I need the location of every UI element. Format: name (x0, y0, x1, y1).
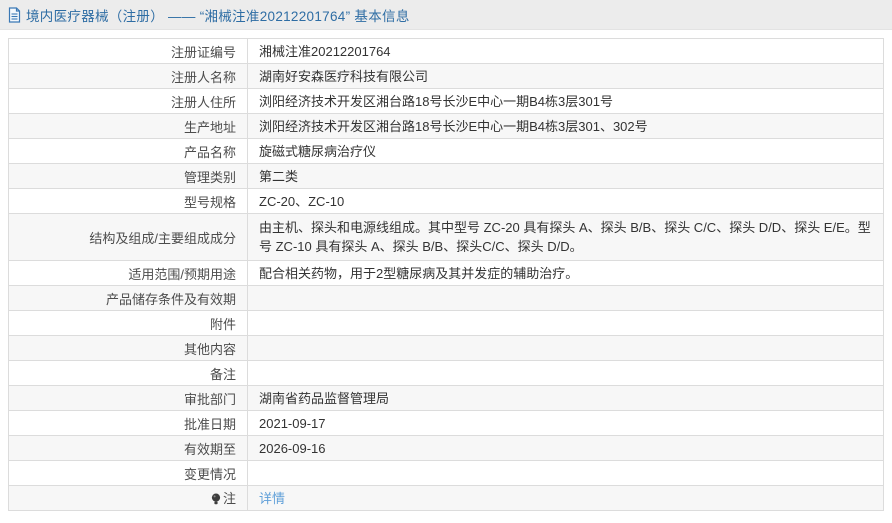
row-value: 详情 (247, 485, 884, 511)
row-value: 湖南省药品监督管理局 (247, 385, 884, 411)
row-label: 注 (8, 485, 248, 511)
row-label: 结构及组成/主要组成成分 (8, 213, 248, 261)
table-row: 审批部门 湖南省药品监督管理局 (8, 385, 884, 411)
row-value: 湘械注准20212201764 (247, 38, 884, 64)
table-row: 产品储存条件及有效期 (8, 285, 884, 311)
row-label: 注册证编号 (8, 38, 248, 64)
row-label: 生产地址 (8, 113, 248, 139)
table-row: 批准日期 2021-09-17 (8, 410, 884, 436)
page-title: 境内医疗器械（注册） —— “湘械注准20212201764” 基本信息 (26, 8, 410, 24)
row-label: 产品名称 (8, 138, 248, 164)
row-label: 管理类别 (8, 163, 248, 189)
table-row: 结构及组成/主要组成成分 由主机、探头和电源线组成。其中型号 ZC-20 具有探… (8, 213, 884, 261)
note-bulb-icon (211, 493, 221, 508)
page-header: 境内医疗器械（注册） —— “湘械注准20212201764” 基本信息 (0, 0, 892, 30)
row-value: 第二类 (247, 163, 884, 189)
row-value: 湖南好安森医疗科技有限公司 (247, 63, 884, 89)
row-value (247, 360, 884, 386)
row-value (247, 285, 884, 311)
row-label: 备注 (8, 360, 248, 386)
table-row: 有效期至 2026-09-16 (8, 435, 884, 461)
table-row: 产品名称 旋磁式糖尿病治疗仪 (8, 138, 884, 164)
table-row: 附件 (8, 310, 884, 336)
row-label: 适用范围/预期用途 (8, 260, 248, 286)
row-label: 有效期至 (8, 435, 248, 461)
row-label: 其他内容 (8, 335, 248, 361)
row-label: 产品储存条件及有效期 (8, 285, 248, 311)
row-label: 审批部门 (8, 385, 248, 411)
row-label: 注册人住所 (8, 88, 248, 114)
row-value: 旋磁式糖尿病治疗仪 (247, 138, 884, 164)
row-value (247, 310, 884, 336)
row-value: 浏阳经济技术开发区湘台路18号长沙E中心一期B4栋3层301号 (247, 88, 884, 114)
table-row: 适用范围/预期用途 配合相关药物，用于2型糖尿病及其并发症的辅助治疗。 (8, 260, 884, 286)
table-row: 型号规格 ZC-20、ZC-10 (8, 188, 884, 214)
document-icon (8, 6, 21, 23)
table-row: 其他内容 (8, 335, 884, 361)
table-row: 管理类别 第二类 (8, 163, 884, 189)
row-label: 附件 (8, 310, 248, 336)
row-label: 注册人名称 (8, 63, 248, 89)
detail-link[interactable]: 详情 (259, 491, 285, 506)
row-label: 型号规格 (8, 188, 248, 214)
table-row: 生产地址 浏阳经济技术开发区湘台路18号长沙E中心一期B4栋3层301、302号 (8, 113, 884, 139)
row-value: 浏阳经济技术开发区湘台路18号长沙E中心一期B4栋3层301、302号 (247, 113, 884, 139)
table-row: 注册人名称 湖南好安森医疗科技有限公司 (8, 63, 884, 89)
row-value (247, 460, 884, 486)
note-label-text: 注 (222, 491, 236, 506)
row-label: 变更情况 (8, 460, 248, 486)
row-value: 2026-09-16 (247, 435, 884, 461)
row-value: 配合相关药物，用于2型糖尿病及其并发症的辅助治疗。 (247, 260, 884, 286)
table-row-note: 注 详情 (8, 485, 884, 511)
row-value (247, 335, 884, 361)
row-value: 2021-09-17 (247, 410, 884, 436)
row-value: 由主机、探头和电源线组成。其中型号 ZC-20 具有探头 A、探头 B/B、探头… (247, 213, 884, 261)
row-value: ZC-20、ZC-10 (247, 188, 884, 214)
table-row: 注册证编号 湘械注准20212201764 (8, 38, 884, 64)
row-label: 批准日期 (8, 410, 248, 436)
registration-info-table: 注册证编号 湘械注准20212201764 注册人名称 湖南好安森医疗科技有限公… (8, 38, 884, 511)
table-row: 变更情况 (8, 460, 884, 486)
table-row: 备注 (8, 360, 884, 386)
table-row: 注册人住所 浏阳经济技术开发区湘台路18号长沙E中心一期B4栋3层301号 (8, 88, 884, 114)
